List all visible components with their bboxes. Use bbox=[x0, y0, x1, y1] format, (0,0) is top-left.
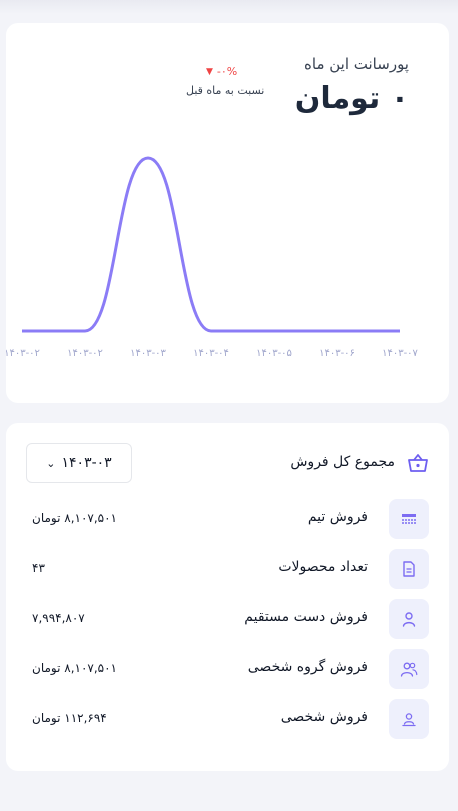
series-line bbox=[22, 156, 400, 333]
commission-chart: ۱۴۰۳-۰۲ ۱۴۰۳-۰۲ ۱۴۰۳-۰۳ ۱۴۰۳-۰۴ ۱۴۰۳-۰۵ ۱۴۰۳-… bbox=[6, 156, 419, 359]
period-select-value: ۱۴۰۳-۰۳ bbox=[61, 455, 112, 471]
stat-label: فروش دست مستقیم bbox=[244, 609, 368, 625]
x-tick-label: ۱۴۰۳-۰۲ bbox=[6, 348, 40, 359]
stat-value: ۱۱۲,۶۹۴ تومان bbox=[32, 711, 107, 725]
x-tick-label: ۱۴۰۳-۰۶ bbox=[319, 348, 355, 359]
top-shadow bbox=[0, 0, 458, 14]
period-select[interactable]: ⌄ ۱۴۰۳-۰۳ bbox=[26, 443, 132, 483]
x-tick-label: ۱۴۰۳-۰۲ bbox=[67, 348, 103, 359]
x-tick-label: ۱۴۰۳-۰۵ bbox=[256, 348, 292, 359]
stat-row-product-count: تعداد محصولات ۴۳ bbox=[6, 549, 449, 589]
stat-row-personal-sales: فروش شخصی ۱۱۲,۶۹۴ تومان bbox=[6, 699, 449, 739]
user-icon bbox=[389, 599, 429, 639]
chevron-down-icon: ⌄ bbox=[46, 456, 56, 470]
users-icon bbox=[389, 649, 429, 689]
x-tick-label: ۱۴۰۳-۰۴ bbox=[193, 348, 229, 359]
user-square-icon bbox=[389, 699, 429, 739]
sales-summary-title: مجموع کل فروش bbox=[290, 454, 395, 470]
table-icon bbox=[389, 499, 429, 539]
stat-label: فروش شخصی bbox=[280, 709, 368, 725]
stat-row-group-sales: فروش گروه شخصی ۸,۱۰۷,۵۰۱ تومان bbox=[6, 649, 449, 689]
x-tick-label: ۱۴۰۳-۰۷ bbox=[382, 348, 418, 359]
stat-value: ۷,۹۹۴,۸۰۷ bbox=[32, 611, 85, 625]
stat-label: فروش گروه شخصی bbox=[247, 659, 368, 675]
basket-icon bbox=[408, 454, 428, 472]
commission-card: پورسانت این ماه ۰ تومان ▼ -۰% نسبت به ما… bbox=[6, 23, 449, 403]
x-tick-label: ۱۴۰۳-۰۳ bbox=[130, 348, 166, 359]
document-icon bbox=[389, 549, 429, 589]
stat-value: ۸,۱۰۷,۵۰۱ تومان bbox=[32, 661, 117, 675]
stat-row-team-sales: فروش تیم ۸,۱۰۷,۵۰۱ تومان bbox=[6, 499, 449, 539]
stat-row-direct-sales: فروش دست مستقیم ۷,۹۹۴,۸۰۷ bbox=[6, 599, 449, 639]
stat-value: ۸,۱۰۷,۵۰۱ تومان bbox=[32, 511, 117, 525]
stat-label: تعداد محصولات bbox=[278, 559, 368, 575]
stat-value: ۴۳ bbox=[32, 561, 45, 575]
stat-label: فروش تیم bbox=[307, 509, 368, 525]
sales-summary-card: مجموع کل فروش ⌄ ۱۴۰۳-۰۳ فروش تیم ۸,۱۰۷,۵… bbox=[6, 423, 449, 771]
